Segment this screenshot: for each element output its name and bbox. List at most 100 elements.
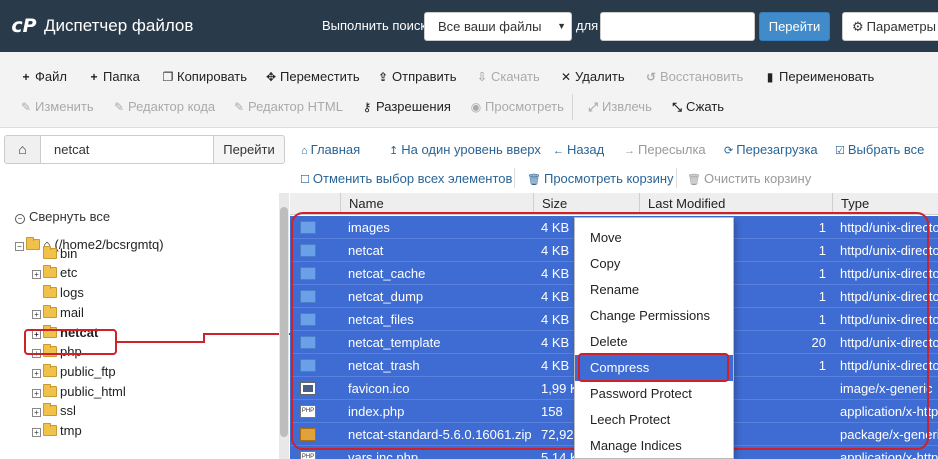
toolbar-button[interactable]: ◉ Просмотреть (470, 99, 564, 114)
tree-scrollbar[interactable] (279, 193, 289, 459)
refresh-icon: ⟳ (724, 145, 734, 157)
nav-link[interactable]: ☐ Отменить выбор всех элементов (300, 171, 512, 186)
tree-item-label: etc (60, 265, 78, 280)
edit-icon: ✎ (233, 100, 245, 114)
toolbar-button-label: Удалить (575, 69, 625, 84)
tree-item-label: mail (60, 305, 84, 320)
upload-icon: ⇪ (377, 70, 389, 84)
nav-link[interactable]: ⟳ Перезагрузка (724, 142, 818, 157)
tree-item[interactable]: + mail (32, 304, 84, 322)
path-input[interactable]: netcat (40, 135, 214, 164)
toolbar-button[interactable]: + Папка (88, 69, 140, 84)
toolbar-button[interactable]: ⚷ Разрешения (361, 99, 451, 114)
nav-link[interactable]: 🗑 Просмотреть корзину (527, 171, 674, 186)
compress-icon: ⤡ (672, 100, 682, 114)
for-label: для (576, 18, 599, 33)
toolbar-button[interactable]: ✎ Изменить (20, 99, 94, 114)
tree-expand-icon[interactable]: + (32, 389, 41, 398)
tree-item[interactable]: + public_ftp (32, 363, 116, 381)
tree-expand-icon[interactable]: + (32, 428, 41, 437)
toolbar-button-label: Файл (35, 69, 67, 84)
nav-link[interactable]: ← Назад (553, 142, 604, 157)
folder-icon (43, 285, 57, 298)
toolbar-button-label: Изменить (35, 99, 94, 114)
tree-expand-icon[interactable]: + (32, 408, 41, 417)
context-menu-item-copy[interactable]: Copy (575, 251, 733, 277)
tree-expand-icon[interactable]: + (32, 310, 41, 319)
toolbar-button-label: Копировать (177, 69, 247, 84)
path-go-button[interactable]: Перейти (213, 135, 285, 164)
eye-icon: ◉ (470, 100, 482, 114)
context-menu-item-manage-indices[interactable]: Manage Indices (575, 433, 733, 459)
search-go-button[interactable]: Перейти (759, 12, 830, 41)
gear-icon: ⚙ (852, 19, 864, 34)
toolbar-button[interactable]: ⇩ Скачать (476, 69, 540, 84)
tree-expand-icon[interactable]: + (32, 369, 41, 378)
toolbar-button-label: Восстановить (660, 69, 744, 84)
toolbar-button[interactable]: ⤢ Извлечь (587, 99, 652, 115)
scrollbar-thumb[interactable] (280, 207, 288, 437)
toolbar-button[interactable]: ❐ Копировать (162, 69, 247, 84)
nav-link-label: Назад (567, 142, 605, 157)
annotation-connector (117, 341, 205, 343)
collapse-all-link[interactable]: − Свернуть все (15, 209, 110, 224)
nav-link-label: Отменить выбор всех элементов (312, 171, 513, 186)
folder-icon (43, 423, 57, 436)
tree-item[interactable]: + ssl (32, 402, 76, 420)
nav-link[interactable]: 🗑 Очистить корзину (687, 171, 811, 186)
context-menu-item-rename[interactable]: Rename (575, 277, 733, 303)
settings-button[interactable]: ⚙ Параметры (842, 12, 938, 41)
search-scope-select[interactable]: Все ваши файлы ▼ (424, 12, 572, 41)
cpanel-logo-icon: cP (11, 15, 37, 37)
expand-icon: ⤢ (588, 100, 598, 114)
context-menu-item-move[interactable]: Move (575, 225, 733, 251)
tree-item[interactable]: + tmp (32, 422, 82, 440)
toolbar-button[interactable]: ✕ Удалить (560, 69, 625, 84)
settings-label: Параметры (866, 19, 936, 34)
context-menu-item-change-permissions[interactable]: Change Permissions (575, 303, 733, 329)
nav-link-label: Перезагрузка (736, 142, 818, 157)
nav-link[interactable]: ↥ На один уровень вверх (389, 142, 541, 157)
toolbar-button-label: Редактор кода (128, 99, 216, 114)
download-icon: ⇩ (476, 70, 488, 84)
toolbar-button[interactable]: + Файл (20, 69, 67, 84)
tree-expand-icon[interactable]: + (32, 270, 41, 279)
tree-item-label: tmp (60, 423, 82, 438)
context-menu-item-delete[interactable]: Delete (575, 329, 733, 355)
php-icon: PHP (300, 451, 316, 459)
context-menu-item-leech-protect[interactable]: Leech Protect (575, 407, 733, 433)
check-square-icon: ☑ (835, 145, 845, 157)
toolbar-button[interactable]: ⤡ Сжать (671, 99, 724, 115)
nav-link[interactable]: ⌂ Главная (301, 142, 360, 157)
collapse-all-label: Свернуть все (29, 209, 111, 224)
trash-icon: 🗑 (687, 174, 701, 186)
tree-item[interactable]: + etc (32, 264, 77, 282)
plus-icon: + (90, 70, 98, 84)
tree-toggle-icon: − (15, 242, 24, 251)
nav-link[interactable]: → Пересылка (624, 142, 706, 157)
tree-item-label: ssl (60, 403, 76, 418)
nav-link[interactable]: ☑ Выбрать все (835, 142, 924, 157)
level-up-icon: ↥ (389, 145, 399, 157)
toolbar-button-label: Переименовать (779, 69, 875, 84)
context-menu-item-password-protect[interactable]: Password Protect (575, 381, 733, 407)
tree-item[interactable]: + public_html (32, 383, 126, 401)
toolbar-button-label: Разрешения (376, 99, 451, 114)
search-input[interactable] (600, 12, 755, 41)
toolbar-button[interactable]: ✥ Переместить (265, 69, 360, 84)
restore-icon: ↺ (645, 70, 657, 84)
home-button[interactable]: ⌂ (4, 135, 41, 164)
toolbar-button[interactable]: ✎ Редактор кода (113, 99, 215, 114)
toolbar-button[interactable]: ✎ Редактор HTML (233, 99, 343, 114)
tree-item[interactable]: logs (32, 284, 84, 302)
square-icon: ☐ (300, 174, 310, 186)
nav-divider (514, 168, 515, 188)
tree-item[interactable]: bin (32, 245, 77, 263)
brand[interactable]: cP Диспетчер файлов (10, 12, 193, 40)
toolbar-button[interactable]: ⇪ Отправить (377, 69, 457, 84)
folder-icon (43, 364, 57, 377)
toolbar-button[interactable]: ↺ Восстановить (645, 69, 743, 84)
toolbar-button[interactable]: ▮ Переименовать (764, 69, 875, 84)
toolbar-button-label: Папка (103, 69, 140, 84)
trash-icon: 🗑 (527, 174, 541, 186)
